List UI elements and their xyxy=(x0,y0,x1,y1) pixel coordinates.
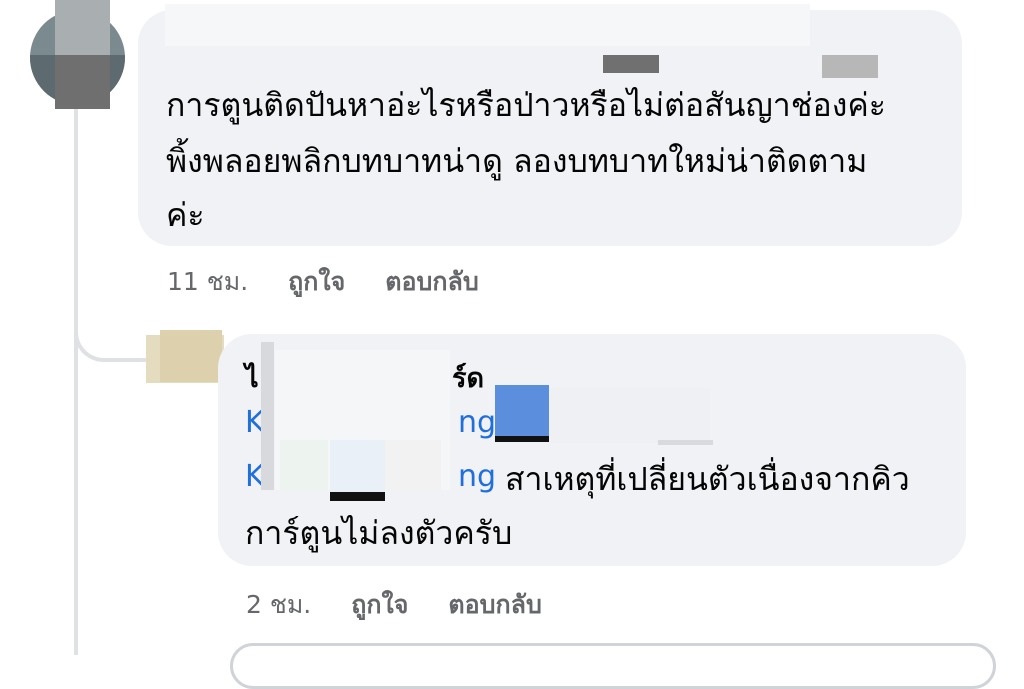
reply-text-line: การ์ตูนไม่ลงตัวครับ xyxy=(245,514,513,552)
reply-text-line: สาเหตุที่เปลี่ยนตัวเนื่องจากคิว xyxy=(505,460,910,498)
censor-block xyxy=(603,55,659,73)
censor-block xyxy=(330,440,385,492)
reply-button[interactable]: ตอบกลับ xyxy=(385,262,478,302)
comment-meta: 11 ชม. ถูกใจ ตอบกลับ xyxy=(167,262,517,302)
reply-author-start[interactable]: ไ xyxy=(245,356,259,399)
censor-block xyxy=(822,55,878,78)
reply-meta: 2 ชม. ถูกใจ ตอบกลับ xyxy=(246,585,580,625)
censor-block xyxy=(165,4,810,46)
like-button[interactable]: ถูกใจ xyxy=(351,585,408,625)
censor-block xyxy=(495,436,549,442)
reply-author-end[interactable]: ร์ด xyxy=(452,356,484,399)
reply-timestamp[interactable]: 2 ชม. xyxy=(246,585,311,625)
comment-text-line: การตูนติดปันหาอ่ะไรหรือป่าวหรือไม่ต่อสัน… xyxy=(166,86,886,124)
mention-link-end[interactable]: ng xyxy=(458,405,496,440)
mention-link-end[interactable]: ng xyxy=(458,459,496,494)
censor-block xyxy=(385,440,441,490)
comment-timestamp[interactable]: 11 ชม. xyxy=(167,262,248,302)
censor-block xyxy=(55,0,110,55)
thread-line-vertical xyxy=(74,100,78,655)
comment-text-line: ค่ะ xyxy=(166,196,205,234)
like-button[interactable]: ถูกใจ xyxy=(288,262,345,302)
censor-block xyxy=(160,330,222,382)
censor-block xyxy=(55,55,110,109)
censor-block xyxy=(330,492,385,501)
censor-block xyxy=(280,440,328,490)
next-comment-box[interactable] xyxy=(230,643,996,689)
censor-block xyxy=(550,388,710,443)
censor-block xyxy=(495,385,549,440)
reply-button[interactable]: ตอบกลับ xyxy=(448,585,541,625)
comment-text-line: พิ้งพลอยพลิกบทบาทน่าดู ลองบทบาทใหม่น่าติ… xyxy=(166,142,868,180)
censor-block xyxy=(658,440,713,445)
censor-block xyxy=(261,342,274,490)
thread-line-branch xyxy=(74,320,148,362)
